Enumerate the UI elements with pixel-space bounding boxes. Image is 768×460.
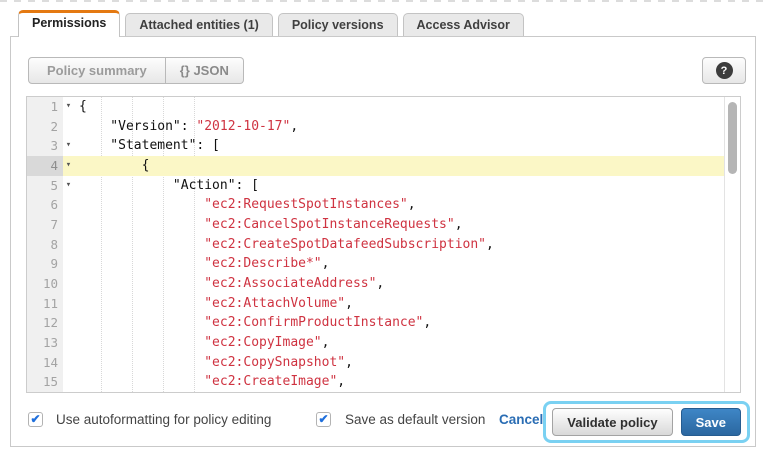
tab-permissions[interactable]: Permissions: [18, 10, 120, 37]
code-text: "Version": "2012-10-17",: [74, 117, 740, 137]
fold-arrow-icon[interactable]: ▾: [63, 136, 74, 156]
view-toggle-group: Policy summary {} JSON: [28, 57, 244, 84]
cancel-link[interactable]: Cancel: [499, 412, 543, 427]
code-line-9[interactable]: 9 "ec2:Describe*",: [27, 254, 740, 274]
code-text: "Statement": [: [74, 136, 740, 156]
line-number: 8: [27, 235, 63, 255]
validate-policy-button[interactable]: Validate policy: [552, 408, 672, 436]
policy-json-editor[interactable]: 1▾{2 "Version": "2012-10-17",3▾ "Stateme…: [26, 96, 741, 393]
fold-spacer: [63, 294, 74, 314]
fold-spacer: [63, 353, 74, 373]
code-line-13[interactable]: 13 "ec2:CopyImage",: [27, 333, 740, 353]
fold-spacer: [63, 372, 74, 392]
fold-arrow-icon[interactable]: ▾: [63, 176, 74, 196]
save-button[interactable]: Save: [681, 408, 741, 436]
line-number: 13: [27, 333, 63, 353]
tab-access-advisor[interactable]: Access Advisor: [403, 13, 524, 36]
fold-spacer: [63, 313, 74, 333]
tab-policy-versions[interactable]: Policy versions: [278, 13, 398, 36]
editor-scrollbar[interactable]: [724, 97, 740, 392]
code-text: "ec2:AssociateAddress",: [74, 274, 740, 294]
tab-bar: Permissions Attached entities (1) Policy…: [18, 10, 524, 36]
fold-spacer: [63, 235, 74, 255]
code-text: "ec2:ConfirmProductInstance",: [74, 313, 740, 333]
autoformat-checkbox[interactable]: ✔: [28, 412, 43, 427]
code-line-8[interactable]: 8 "ec2:CreateSpotDatafeedSubscription",: [27, 235, 740, 255]
line-number: 3: [27, 136, 63, 156]
fold-spacer: [63, 117, 74, 137]
code-text: "ec2:CancelSpotInstanceRequests",: [74, 215, 740, 235]
default-version-checkbox[interactable]: ✔: [316, 412, 331, 427]
line-number: 5: [27, 176, 63, 196]
fold-spacer: [63, 333, 74, 353]
line-number: 9: [27, 254, 63, 274]
code-text: "ec2:CreateSpotDatafeedSubscription",: [74, 235, 740, 255]
line-number: 2: [27, 117, 63, 137]
fold-spacer: [63, 254, 74, 274]
code-line-10[interactable]: 10 "ec2:AssociateAddress",: [27, 274, 740, 294]
code-line-4[interactable]: 4▾ {: [27, 156, 740, 176]
line-number: 14: [27, 353, 63, 373]
code-text: {: [74, 97, 740, 117]
help-button[interactable]: ?: [702, 57, 746, 84]
code-text: "ec2:RequestSpotInstances",: [74, 195, 740, 215]
tab-attached-entities[interactable]: Attached entities (1): [125, 13, 272, 36]
fold-arrow-icon[interactable]: ▾: [63, 97, 74, 117]
editor-lines: 1▾{2 "Version": "2012-10-17",3▾ "Stateme…: [27, 97, 740, 392]
fold-spacer: [63, 274, 74, 294]
checkmark-icon: ✔: [318, 413, 328, 425]
line-number: 11: [27, 294, 63, 314]
policy-summary-button[interactable]: Policy summary: [28, 57, 166, 84]
default-version-label: Save as default version: [345, 412, 485, 428]
code-text: "ec2:AttachVolume",: [74, 294, 740, 314]
line-number: 6: [27, 195, 63, 215]
line-number: 4: [27, 156, 63, 176]
code-text: "ec2:CreateImage",: [74, 372, 740, 392]
fold-arrow-icon[interactable]: ▾: [63, 156, 74, 176]
code-text: {: [74, 156, 740, 176]
scrollbar-thumb[interactable]: [728, 102, 737, 174]
permissions-panel: Policy summary {} JSON ? 1▾{2 "Version":…: [10, 36, 756, 447]
code-text: "ec2:CopySnapshot",: [74, 353, 740, 373]
code-line-12[interactable]: 12 "ec2:ConfirmProductInstance",: [27, 313, 740, 333]
cropped-top-divider: [0, 0, 768, 2]
code-line-7[interactable]: 7 "ec2:CancelSpotInstanceRequests",: [27, 215, 740, 235]
fold-spacer: [63, 195, 74, 215]
fold-spacer: [63, 215, 74, 235]
code-line-6[interactable]: 6 "ec2:RequestSpotInstances",: [27, 195, 740, 215]
line-number: 10: [27, 274, 63, 294]
code-text: "Action": [: [74, 176, 740, 196]
code-text: "ec2:Describe*",: [74, 254, 740, 274]
code-line-11[interactable]: 11 "ec2:AttachVolume",: [27, 294, 740, 314]
line-number: 15: [27, 372, 63, 392]
code-text: "ec2:CopyImage",: [74, 333, 740, 353]
code-line-14[interactable]: 14 "ec2:CopySnapshot",: [27, 353, 740, 373]
code-line-2[interactable]: 2 "Version": "2012-10-17",: [27, 117, 740, 137]
code-line-5[interactable]: 5▾ "Action": [: [27, 176, 740, 196]
code-line-3[interactable]: 3▾ "Statement": [: [27, 136, 740, 156]
line-number: 1: [27, 97, 63, 117]
line-number: 12: [27, 313, 63, 333]
checkmark-icon: ✔: [30, 413, 40, 425]
code-line-15[interactable]: 15 "ec2:CreateImage",: [27, 372, 740, 392]
line-number: 7: [27, 215, 63, 235]
code-line-1[interactable]: 1▾{: [27, 97, 740, 117]
autoformat-label: Use autoformatting for policy editing: [56, 412, 271, 428]
focus-ring: Validate policy Save: [543, 401, 750, 443]
json-view-button[interactable]: {} JSON: [166, 57, 244, 84]
help-icon: ?: [716, 62, 733, 79]
